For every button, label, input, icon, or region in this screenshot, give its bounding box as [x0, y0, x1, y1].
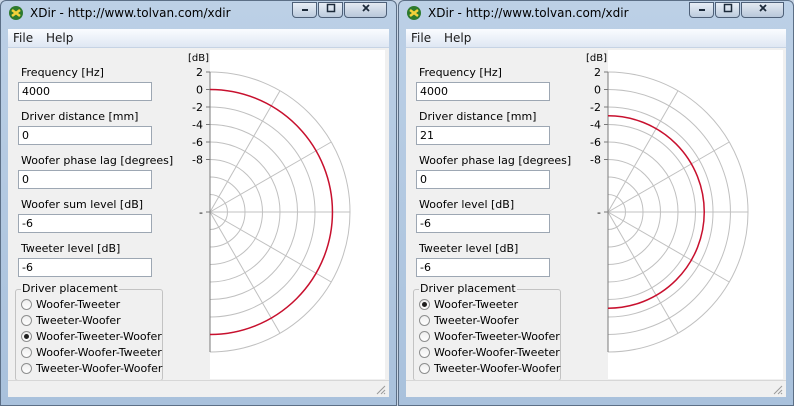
driver-distance-input[interactable]: 21 — [416, 126, 550, 145]
tick-label: - — [597, 206, 601, 219]
radio-button[interactable] — [419, 363, 430, 374]
frequency-input[interactable]: 4000 — [416, 82, 550, 101]
close-icon — [361, 4, 370, 12]
xdir-window-2: XDir - http://www.tolvan.com/xdir File H… — [398, 0, 794, 406]
driver-placement-group: Driver placement Woofer-Tweeter Tweeter-… — [413, 282, 561, 381]
tick-label: -6 — [590, 136, 601, 149]
menu-file[interactable]: File — [13, 31, 33, 45]
resize-grip-icon[interactable] — [375, 384, 386, 395]
woofer-level-label: Woofer sum level [dB] — [21, 198, 144, 211]
menu-bar: File Help — [8, 29, 389, 48]
frequency-label: Frequency [Hz] — [419, 66, 502, 79]
xdir-window-1: XDir - http://www.tolvan.com/xdir File H… — [0, 0, 397, 406]
window-title: XDir - http://www.tolvan.com/xdir — [428, 6, 629, 20]
unit-label: [dB] — [586, 53, 607, 64]
close-icon — [758, 4, 767, 12]
title-bar[interactable]: XDir - http://www.tolvan.com/xdir — [399, 1, 793, 25]
maximize-button[interactable] — [715, 2, 740, 18]
woofer-phase-input[interactable]: 0 — [416, 170, 550, 189]
radio-button[interactable] — [419, 299, 430, 310]
unit-label: [dB] — [188, 53, 209, 64]
placement-option-label: Woofer-Tweeter-Woofer — [36, 330, 162, 343]
woofer-phase-label: Woofer phase lag [degrees] — [21, 154, 174, 167]
woofer-phase-input[interactable]: 0 — [18, 170, 152, 189]
axis-ticks: 2 0 -2 -4 -6 -8 - — [192, 66, 210, 219]
maximize-icon — [723, 3, 732, 13]
tick-label: -2 — [590, 101, 601, 114]
tick-label: -4 — [590, 119, 601, 132]
polar-plot: 2 0 -2 -4 -6 -8 - [dB] — [586, 50, 783, 379]
maximize-button[interactable] — [318, 2, 343, 18]
menu-bar: File Help — [406, 29, 786, 48]
minimize-icon — [698, 9, 705, 11]
placement-option-label: Tweeter-Woofer-Woofer — [434, 362, 561, 375]
window-title: XDir - http://www.tolvan.com/xdir — [30, 6, 231, 20]
tick-label: -4 — [192, 119, 203, 132]
tweeter-level-label: Tweeter level [dB] — [21, 242, 121, 255]
tick-label: 0 — [594, 84, 601, 97]
placement-option-label: Tweeter-Woofer — [36, 314, 121, 327]
minimize-icon — [301, 9, 308, 11]
driver-distance-input[interactable]: 0 — [18, 126, 152, 145]
driver-placement-group: Driver placement Woofer-Tweeter Tweeter-… — [15, 282, 163, 381]
tweeter-level-label: Tweeter level [dB] — [419, 242, 519, 255]
tick-label: 2 — [594, 66, 601, 79]
minimize-button[interactable] — [292, 2, 317, 18]
driver-placement-title: Driver placement — [419, 282, 517, 295]
driver-distance-label: Driver distance [mm] — [419, 110, 537, 123]
placement-option-label: Tweeter-Woofer — [434, 314, 519, 327]
tick-label: -8 — [590, 154, 601, 167]
placement-option-label: Tweeter-Woofer-Woofer — [36, 362, 163, 375]
tick-label: 0 — [196, 84, 203, 97]
menu-file[interactable]: File — [411, 31, 431, 45]
tick-label: 2 — [196, 66, 203, 79]
xdir-app-icon — [9, 6, 23, 20]
tweeter-level-input[interactable]: -6 — [416, 258, 550, 277]
radio-button[interactable] — [419, 331, 430, 342]
placement-option-label: Woofer-Woofer-Tweeter — [434, 346, 560, 359]
close-button[interactable] — [344, 2, 387, 18]
woofer-level-label: Woofer level [dB] — [419, 198, 515, 211]
woofer-phase-label: Woofer phase lag [degrees] — [419, 154, 572, 167]
title-bar[interactable]: XDir - http://www.tolvan.com/xdir — [1, 1, 396, 25]
resize-grip-icon[interactable] — [772, 384, 783, 395]
driver-placement-title: Driver placement — [21, 282, 119, 295]
driver-distance-label: Driver distance [mm] — [21, 110, 139, 123]
polar-plot: 2 0 -2 -4 -6 -8 - [dB] — [188, 50, 385, 379]
frequency-label: Frequency [Hz] — [21, 66, 104, 79]
client-area: Frequency [Hz] 4000 Driver distance [mm]… — [8, 48, 389, 397]
radio-button[interactable] — [419, 347, 430, 358]
xdir-app-icon — [407, 6, 421, 20]
radio-button[interactable] — [21, 347, 32, 358]
radio-button[interactable] — [21, 363, 32, 374]
woofer-level-input[interactable]: -6 — [416, 214, 550, 233]
placement-option-label: Woofer-Tweeter — [36, 298, 121, 311]
frequency-input[interactable]: 4000 — [18, 82, 152, 101]
maximize-icon — [326, 3, 335, 13]
tweeter-level-input[interactable]: -6 — [18, 258, 152, 277]
radio-button[interactable] — [21, 299, 32, 310]
placement-option-label: Woofer-Tweeter-Woofer — [434, 330, 560, 343]
tick-label: -2 — [192, 101, 203, 114]
status-bar — [8, 380, 389, 397]
radio-button[interactable] — [21, 331, 32, 342]
status-bar — [406, 380, 786, 397]
minimize-button[interactable] — [689, 2, 714, 18]
placement-option-label: Woofer-Tweeter — [434, 298, 519, 311]
close-button[interactable] — [741, 2, 784, 18]
menu-help[interactable]: Help — [46, 31, 73, 45]
tick-label: -6 — [192, 136, 203, 149]
woofer-level-input[interactable]: -6 — [18, 214, 152, 233]
client-area: Frequency [Hz] 4000 Driver distance [mm]… — [406, 48, 786, 397]
axis-ticks: 2 0 -2 -4 -6 -8 - — [590, 66, 608, 219]
radio-button[interactable] — [419, 315, 430, 326]
radio-button[interactable] — [21, 315, 32, 326]
menu-help[interactable]: Help — [444, 31, 471, 45]
tick-label: - — [199, 206, 203, 219]
placement-option-label: Woofer-Woofer-Tweeter — [36, 346, 162, 359]
tick-label: -8 — [192, 154, 203, 167]
